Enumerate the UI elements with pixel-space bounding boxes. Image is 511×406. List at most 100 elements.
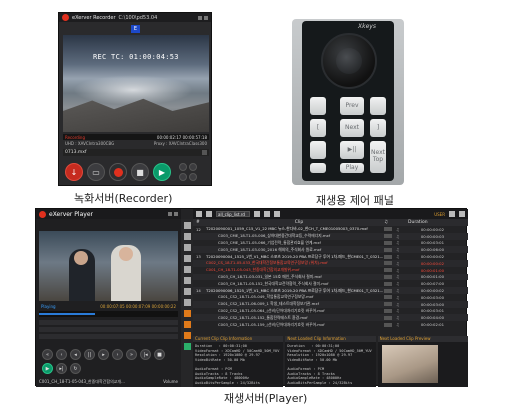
row-clip-name: C003_CME_18-T1-05-006_상하대한중간대학교등_수력에너지.m… (218, 233, 331, 239)
next-clip-button[interactable]: ▸| (56, 363, 67, 374)
window-controls[interactable] (198, 15, 208, 20)
playlist-row[interactable]: C002_CS_18-T1-05-033_한국대학간정보통합교육연구정보망 (위… (193, 259, 468, 267)
forward-button[interactable]: ▸ (98, 349, 109, 360)
grid-icon[interactable] (196, 211, 202, 217)
copy-icon[interactable] (264, 211, 270, 217)
record-button[interactable] (109, 163, 127, 181)
music-icon: ♫ (396, 274, 400, 280)
file-close-icon[interactable] (202, 150, 207, 155)
cue-icon[interactable] (183, 310, 191, 317)
key-next-top[interactable]: Next Top (370, 141, 386, 173)
play-button[interactable]: ▶ (42, 363, 53, 374)
refresh-icon[interactable] (254, 211, 260, 217)
playlist-row[interactable]: 14 T2020090006_1525_1번_V1_MBC 스포츠 2019-20… (193, 287, 468, 294)
loop-button[interactable]: ↻ (70, 363, 81, 374)
minimize-icon[interactable] (198, 15, 202, 20)
key-bracket-right[interactable]: ] (370, 119, 386, 137)
recorder-status-bar: Recording 00:00:02:17 00:00:57:18 (63, 134, 209, 140)
save-icon[interactable] (206, 211, 212, 217)
jog-wheel[interactable] (321, 33, 377, 89)
player-side-toolbar (181, 219, 193, 387)
key-prev[interactable]: Prev (340, 97, 364, 115)
panel-caption: 재생용 제어 패널 (316, 194, 394, 207)
playlist-row[interactable]: C003_CS2_18-T1-05-159_(선비)단어대처리기흐릿 바꾸어.m… (193, 321, 468, 328)
key-play[interactable]: Play (340, 163, 364, 173)
jog-forward-button[interactable]: » (126, 349, 137, 360)
up-icon[interactable] (183, 277, 191, 284)
folder-icon[interactable] (183, 244, 191, 251)
panel-brand: Xkeys (358, 23, 376, 30)
prev-clip-button[interactable]: |◂ (140, 349, 151, 360)
delete-icon[interactable] (183, 266, 191, 273)
add-icon[interactable] (183, 222, 191, 229)
down-icon[interactable] (183, 288, 191, 295)
download-button[interactable]: ↓ (65, 163, 83, 181)
stop-button[interactable]: ■ (131, 163, 149, 181)
playlist-row[interactable]: C003_CH_18-T1-03-031_일본 15호 매인_주식회사 절미.m… (193, 273, 468, 281)
mini-button[interactable] (179, 173, 187, 181)
key-blank[interactable] (310, 163, 326, 173)
row-duration: 00:00:00:02 (420, 288, 444, 294)
user-label[interactable]: USER (434, 212, 445, 217)
key-blank[interactable] (370, 97, 386, 115)
recorder-file-label: 0713.mxf (65, 150, 87, 155)
mini-button[interactable] (189, 173, 197, 181)
key-blank[interactable] (310, 141, 326, 159)
mini-button[interactable] (189, 163, 197, 171)
row-duration: 00:00:00:02 (420, 254, 444, 260)
music-icon: ♫ (396, 254, 400, 260)
playlist-row[interactable]: 13 T2020090004_1525_1번_V1_MBC 스포츠 2019-20… (193, 253, 468, 260)
playlist-row[interactable]: C003_CH_18-T1-05-152_한국대학교전략협력_주식회사 절미.m… (193, 280, 468, 287)
uhd-format: UHD : XAVCIntra300CBG (65, 141, 115, 146)
exerver-logo-icon (62, 14, 69, 21)
lock-icon[interactable] (274, 211, 280, 217)
recorder-titlebar: eXerver Recorder C:\100\pd53.04 (59, 13, 211, 22)
close-icon[interactable] (204, 15, 208, 20)
list-icon[interactable] (183, 233, 191, 240)
seek-bar[interactable] (39, 311, 178, 317)
jog-back-button[interactable]: « (42, 349, 53, 360)
step-back-button[interactable]: ‹ (56, 349, 67, 360)
edit-icon[interactable] (183, 255, 191, 262)
close-icon[interactable] (459, 211, 465, 217)
player-left-pane: eXerver Player Playing 00:00:07:05 00:00… (36, 209, 181, 387)
close-icon[interactable] (174, 212, 178, 216)
playlist-row[interactable]: 12 T2020090001_1059_C15_V1_22 MBC 뉴스-한다바-… (193, 226, 468, 233)
camera-button[interactable]: ▭ (87, 163, 105, 181)
mark-icon[interactable] (183, 321, 191, 328)
clip-badge-icon (384, 288, 392, 293)
recorder-file-name: C:\100\pd53.04 (118, 14, 158, 21)
playlist-row[interactable]: C003_CME_18-T1-03-030_2016 해외의_주식회사 원료.m… (193, 246, 468, 254)
step-forward-button[interactable]: › (112, 349, 123, 360)
rewind-button[interactable]: ◂ (70, 349, 81, 360)
row-duration: 00:00:06:00 (420, 247, 444, 253)
window-controls[interactable] (168, 212, 178, 216)
recorder-file-row[interactable]: 0713.mxf (63, 149, 209, 156)
playlist-row[interactable]: C001_CS2_18-T1-06-009_1 학생_테스트대학정보기관.mxf… (193, 300, 468, 308)
key-next[interactable]: Next (340, 119, 364, 137)
settings-icon[interactable] (183, 299, 191, 306)
key-blank[interactable] (310, 97, 326, 115)
key-bracket-left[interactable]: [ (310, 119, 326, 137)
mini-button[interactable] (179, 163, 187, 171)
record-icon (113, 167, 123, 177)
minimize-icon[interactable] (168, 212, 172, 216)
pause-button[interactable]: || (84, 349, 95, 360)
playlist-row[interactable]: C003_CME_18-T1-05-006_상하대한중간대학교등_수력에너지.m… (193, 232, 468, 240)
volume-label: Volume (163, 379, 178, 384)
music-icon: ♫ (396, 294, 400, 300)
flag-icon[interactable] (183, 332, 191, 339)
playlist-row[interactable]: C002_CS2_18-T1-05-152_통합전략테스트 환경.mxf ♫ 00:… (193, 314, 468, 322)
player-app-title: eXerver Player (49, 210, 93, 218)
playlist-select[interactable]: all_clip_list.rd (216, 211, 250, 217)
gear-icon[interactable] (449, 211, 455, 217)
playlist-row[interactable]: C001_CH_18-T1-05-043_한중대학간합의교개발위.mxf ♫ 00:… (193, 267, 468, 274)
playlist-row[interactable]: C003_CME_18-T1-05-066_기업전략_통합관리효율 연계.mxf… (193, 240, 468, 247)
playlist-row[interactable]: C001_CS2_18-T1-05-049_학업통합교육연구정보망.mxf ♫ 00… (193, 294, 468, 301)
ready-icon[interactable] (183, 343, 191, 350)
key-play-pause[interactable]: ▶|| (340, 141, 364, 159)
clip-preview-thumbnail (381, 345, 438, 383)
playlist-row[interactable]: C002_CS2_18-T1-05-064_(선비)단어대처리기흐릿 바꾸어.m… (193, 308, 468, 315)
stop-button[interactable]: ■ (154, 349, 165, 360)
play-button[interactable]: ▶ (153, 163, 171, 181)
